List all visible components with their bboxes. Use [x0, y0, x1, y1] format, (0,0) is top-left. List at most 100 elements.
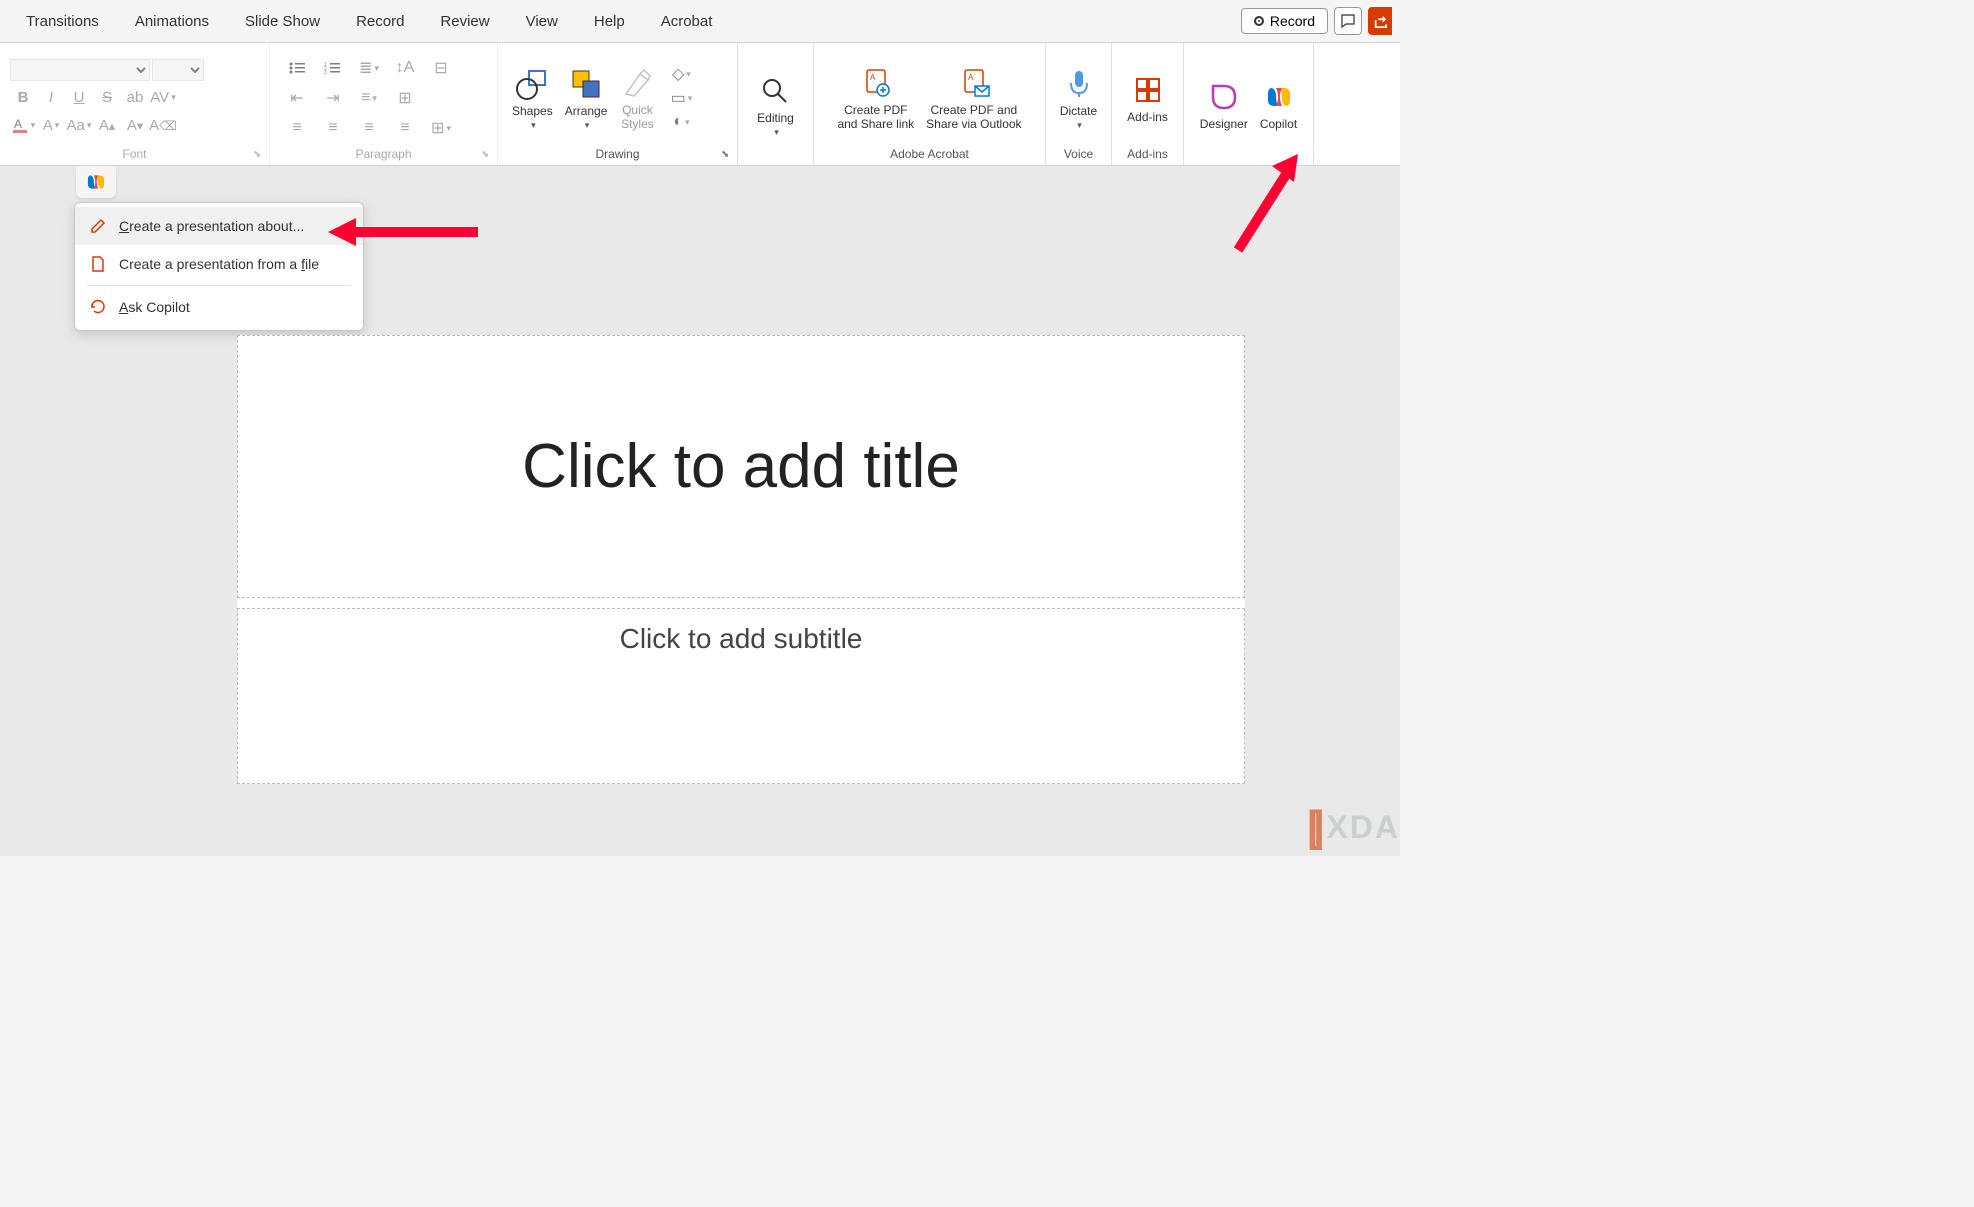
decrease-indent-button[interactable]: ⇤	[280, 84, 314, 112]
svg-text:A: A	[14, 117, 22, 131]
drawing-group: Shapes ▾ Arrange ▾ Quick Styles ◇▾ ▭▾ ◐▾…	[498, 43, 738, 165]
dictate-button[interactable]: Dictate ▾	[1056, 62, 1101, 135]
chevron-down-icon: ▾	[531, 120, 536, 131]
font-size-select[interactable]	[152, 59, 204, 81]
slide-subtitle-text: Click to add subtitle	[238, 623, 1244, 655]
decrease-font-button[interactable]: A▾	[122, 113, 148, 137]
create-presentation-from-file-item[interactable]: Create a presentation from a file	[75, 245, 363, 283]
editing-button[interactable]: Editing ▾	[753, 69, 798, 142]
comment-icon	[1340, 13, 1356, 29]
tab-help[interactable]: Help	[576, 0, 643, 42]
quick-styles-icon	[619, 65, 655, 101]
tab-record[interactable]: Record	[338, 0, 422, 42]
tab-transitions[interactable]: Transitions	[8, 0, 117, 42]
copilot-menu: Create a presentation about... Create a …	[74, 202, 364, 331]
change-case-button[interactable]: Aa▾	[66, 113, 92, 137]
drawing-dialog-launcher[interactable]: ⬊	[721, 149, 735, 163]
copilot-icon	[1261, 79, 1297, 115]
addins-button[interactable]: Add-ins	[1123, 68, 1172, 128]
italic-button[interactable]: I	[38, 85, 64, 109]
text-shadow-button[interactable]: ab	[122, 85, 148, 109]
comments-button[interactable]	[1334, 7, 1362, 35]
line-spacing-button[interactable]: ≡▾	[352, 84, 386, 112]
share-button[interactable]	[1368, 7, 1392, 35]
text-direction-button[interactable]: ↕A	[388, 54, 422, 82]
align-left-button[interactable]: ≡	[280, 114, 314, 142]
increase-indent-button[interactable]: ⇥	[316, 84, 350, 112]
pdf-outlook-icon: A	[956, 65, 992, 101]
shapes-icon	[514, 66, 550, 102]
underline-button[interactable]: U	[66, 85, 92, 109]
tab-view[interactable]: View	[508, 0, 576, 42]
pencil-icon	[89, 217, 107, 235]
paragraph-group-label: Paragraph	[280, 147, 487, 163]
svg-text:A: A	[968, 73, 974, 82]
chevron-down-icon: ▾	[774, 127, 779, 138]
tab-acrobat[interactable]: Acrobat	[643, 0, 731, 42]
record-icon	[1254, 16, 1264, 26]
menu-divider	[87, 285, 351, 286]
strikethrough-button[interactable]: S	[94, 85, 120, 109]
shapes-button[interactable]: Shapes ▾	[508, 62, 557, 135]
quick-styles-button[interactable]: Quick Styles	[615, 61, 659, 135]
chevron-down-icon: ▾	[585, 120, 590, 131]
align-right-button[interactable]: ≡	[352, 114, 386, 142]
addins-group-label: Add-ins	[1122, 147, 1173, 163]
slide-subtitle-placeholder[interactable]: Click to add subtitle	[237, 608, 1245, 784]
arrange-button[interactable]: Arrange ▾	[561, 62, 612, 135]
designer-button[interactable]: Designer	[1196, 75, 1252, 135]
tab-animations[interactable]: Animations	[117, 0, 227, 42]
shape-fill-button[interactable]: ◇▾	[667, 63, 695, 85]
character-spacing-button[interactable]: AV▾	[150, 85, 176, 109]
menu-item-label: Create a presentation about...	[119, 218, 304, 234]
highlight-button[interactable]: A▾	[38, 113, 64, 137]
font-color-button[interactable]: A▾	[10, 113, 36, 137]
justify-button[interactable]: ≡	[388, 114, 422, 142]
svg-text:A: A	[870, 73, 876, 82]
shape-effects-button[interactable]: ◐▾	[667, 111, 695, 133]
bracket-icon: ]	[1310, 802, 1325, 852]
align-center-button[interactable]: ≡	[316, 114, 350, 142]
drawing-group-label: Drawing	[508, 147, 727, 163]
designer-copilot-group: Designer Copilot	[1184, 43, 1314, 165]
font-family-select[interactable]	[10, 59, 150, 81]
pdf-link-icon: A	[858, 65, 894, 101]
increase-font-button[interactable]: A▴	[94, 113, 120, 137]
arrange-icon	[568, 66, 604, 102]
menu-item-label: Ask Copilot	[119, 299, 190, 315]
addins-icon	[1130, 72, 1166, 108]
file-icon	[89, 255, 107, 273]
bullets-button[interactable]	[280, 54, 314, 82]
slide-title-placeholder[interactable]: Click to add title	[237, 335, 1245, 598]
copilot-icon	[85, 171, 107, 193]
menu-bar: Transitions Animations Slide Show Record…	[0, 0, 1400, 42]
create-pdf-share-outlook-button[interactable]: A Create PDF and Share via Outlook	[922, 61, 1025, 135]
addins-group: Add-ins Add-ins	[1112, 43, 1184, 165]
voice-group-label: Voice	[1056, 147, 1101, 163]
columns-button[interactable]: ⊞▾	[424, 114, 458, 142]
bold-button[interactable]: B	[10, 85, 36, 109]
create-presentation-about-item[interactable]: Create a presentation about...	[75, 207, 363, 245]
numbering-button[interactable]: 123	[316, 54, 350, 82]
create-pdf-share-link-button[interactable]: A Create PDF and Share link	[833, 61, 918, 135]
shape-outline-button[interactable]: ▭▾	[667, 87, 695, 109]
ask-copilot-item[interactable]: Ask Copilot	[75, 288, 363, 326]
paragraph-dialog-launcher[interactable]: ⬊	[481, 149, 495, 163]
slide[interactable]: Click to add title Click to add subtitle	[237, 335, 1245, 784]
tab-slide-show[interactable]: Slide Show	[227, 0, 338, 42]
tab-review[interactable]: Review	[422, 0, 507, 42]
editing-group: Editing ▾	[738, 43, 814, 165]
align-text-button[interactable]: ⊟	[424, 54, 458, 82]
clear-formatting-button[interactable]: A⌫	[150, 113, 176, 137]
search-icon	[757, 73, 793, 109]
chevron-down-icon: ▾	[1077, 120, 1082, 131]
column-button[interactable]: ≣▾	[352, 54, 386, 82]
font-dialog-launcher[interactable]: ⬊	[253, 149, 267, 163]
xda-watermark: [ ] XDA	[1307, 802, 1400, 852]
convert-smartart-button[interactable]: ⊞	[388, 84, 422, 112]
acrobat-group: A Create PDF and Share link A Create PDF…	[814, 43, 1046, 165]
copilot-badge-button[interactable]	[76, 166, 116, 198]
refresh-icon	[89, 298, 107, 316]
record-button[interactable]: Record	[1241, 8, 1328, 34]
copilot-button[interactable]: Copilot	[1256, 75, 1301, 135]
